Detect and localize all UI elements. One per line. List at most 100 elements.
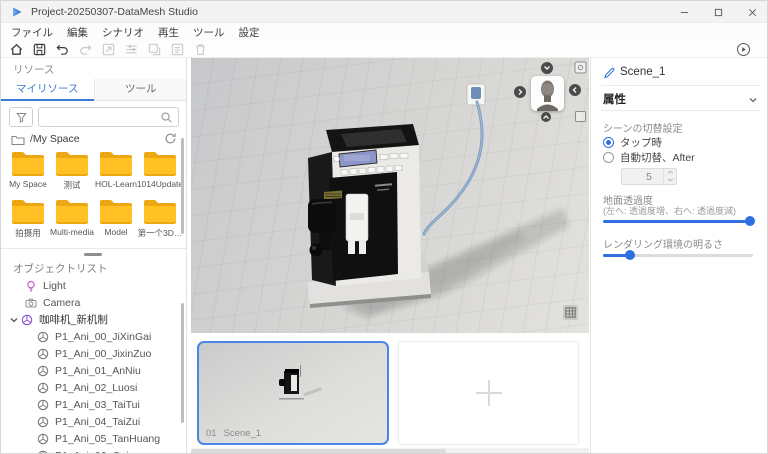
menu-item-0[interactable]: ファイル	[11, 25, 53, 40]
play-scenario-button[interactable]	[736, 42, 751, 57]
redo-icon	[78, 42, 93, 57]
search-input[interactable]	[45, 109, 155, 125]
chevron-left-icon	[572, 87, 577, 93]
chevron-down-icon	[544, 66, 550, 70]
app-logo-icon	[13, 7, 22, 16]
radio-unchecked-icon[interactable]	[603, 152, 614, 163]
search-box	[38, 107, 179, 127]
tree-scrollbar[interactable]	[181, 303, 184, 423]
tree-item-0[interactable]: Light	[1, 277, 186, 294]
after-seconds-input[interactable]: 5	[621, 168, 677, 185]
tree-item-label: P1_Ani_02_Luosi	[55, 381, 138, 394]
scene-name-text[interactable]: Scene_1	[620, 66, 665, 78]
stepper-icons[interactable]	[663, 169, 676, 184]
export-icon	[101, 42, 116, 57]
tab-my-resources[interactable]: マイリソース	[1, 79, 94, 101]
tree-item-10[interactable]: P1_Ani_06_Gai	[1, 447, 186, 453]
chevron-down-icon[interactable]	[9, 315, 19, 325]
rotate-left-button[interactable]	[514, 86, 526, 98]
chevron-down-icon[interactable]	[748, 92, 758, 103]
mesh-icon	[37, 365, 49, 377]
radio-option-auto[interactable]: 自動切替、After	[603, 150, 695, 165]
scene-thumbnail-1[interactable]: 01 Scene_1	[197, 341, 389, 445]
focus-view-button[interactable]	[574, 61, 587, 74]
folder-tile-6[interactable]: Model	[94, 196, 138, 244]
folder-tile-0[interactable]: My Space	[6, 148, 50, 196]
folder-tile-4[interactable]: 拍摄用	[6, 196, 50, 244]
brightness-slider[interactable]	[603, 250, 753, 260]
mesh-icon	[37, 382, 49, 394]
minimize-icon[interactable]	[667, 1, 701, 23]
resource-panel: リソース マイリソース ツール /My Space My Space 测试 HOL-…	[1, 58, 187, 453]
orientation-gizmo[interactable]	[531, 76, 564, 111]
folder-tile-3[interactable]: 1014Update	[137, 148, 183, 196]
tree-item-3[interactable]: P1_Ani_00_JiXinGai	[1, 328, 186, 345]
tree-item-9[interactable]: P1_Ani_05_TanHuang	[1, 430, 186, 447]
radio-checked-icon[interactable]	[603, 137, 614, 148]
tab-tools[interactable]: ツール	[93, 79, 186, 101]
delete-button	[193, 42, 208, 57]
mesh-icon	[37, 433, 49, 445]
brightness-slider-knob[interactable]	[625, 250, 635, 260]
folder-icon	[54, 197, 90, 226]
scrollbar-thumb[interactable]	[191, 449, 446, 453]
edit-pencil-icon[interactable]	[603, 66, 615, 79]
properties-header[interactable]: 属性	[603, 90, 758, 106]
breadcrumb-path[interactable]: /My Space	[30, 133, 80, 145]
tree-item-label: P1_Ani_01_AnNiu	[55, 364, 141, 377]
tree-item-4[interactable]: P1_Ani_00_JixinZuo	[1, 345, 186, 362]
chevron-up-icon	[543, 115, 549, 119]
frame-icon	[575, 111, 586, 122]
filter-button[interactable]	[9, 107, 33, 127]
maximize-icon[interactable]	[701, 1, 735, 23]
separator	[601, 85, 760, 86]
save-button[interactable]	[32, 42, 47, 57]
brightness-label: レンダリング環境の明るさ	[603, 240, 723, 251]
folder-tile-1[interactable]: 测试	[50, 148, 94, 196]
divider-handle-icon[interactable]	[84, 253, 102, 256]
ground-opacity-slider[interactable]	[603, 216, 755, 226]
home-button[interactable]	[9, 42, 24, 57]
scene-name-row: Scene_1	[603, 64, 665, 80]
grid-settings-button[interactable]	[563, 305, 578, 320]
rotate-up-button[interactable]	[541, 112, 551, 122]
radio-option-tap[interactable]: タップ時	[603, 135, 662, 150]
after-seconds-value: 5	[646, 171, 652, 183]
toolbar	[1, 41, 767, 58]
menu-item-3[interactable]: 再生	[158, 25, 179, 40]
rotate-right-button[interactable]	[569, 84, 581, 96]
folder-icon	[10, 197, 46, 226]
tree-item-6[interactable]: P1_Ani_02_Luosi	[1, 379, 186, 396]
tree-item-8[interactable]: P1_Ani_04_TaiZui	[1, 413, 186, 430]
tree-item-1[interactable]: Camera	[1, 294, 186, 311]
tree-item-2[interactable]: 咖啡机_新机制	[1, 311, 186, 328]
menu-item-4[interactable]: ツール	[193, 25, 225, 40]
breadcrumb: /My Space	[11, 132, 179, 146]
list-button	[170, 42, 185, 57]
folder-tile-7[interactable]: 第一个3D…	[138, 196, 182, 244]
horizontal-scrollbar[interactable]	[191, 448, 589, 453]
menu-item-2[interactable]: シナリオ	[102, 25, 144, 40]
refresh-icon[interactable]	[164, 132, 177, 145]
rotate-down-button[interactable]	[541, 62, 553, 74]
frame-view-button[interactable]	[574, 110, 587, 123]
folder-tile-2[interactable]: HOL-Learn	[94, 148, 138, 196]
folder-icon	[98, 197, 134, 226]
tree-item-label: P1_Ani_00_JiXinGai	[55, 330, 152, 343]
align-icon	[124, 42, 139, 57]
folder-scrollbar[interactable]	[181, 138, 184, 234]
tree-item-7[interactable]: P1_Ani_03_TaiTui	[1, 396, 186, 413]
panel-divider[interactable]	[1, 248, 186, 258]
close-icon[interactable]	[735, 1, 767, 23]
menu-item-1[interactable]: 編集	[67, 25, 88, 40]
ground-slider-knob[interactable]	[745, 216, 755, 226]
undo-button[interactable]	[55, 42, 70, 57]
viewport-3d[interactable]	[191, 58, 589, 333]
tree-item-5[interactable]: P1_Ani_01_AnNiu	[1, 362, 186, 379]
export-button	[101, 42, 116, 57]
menu-item-5[interactable]: 設定	[239, 25, 260, 40]
chevron-right-icon	[518, 89, 523, 95]
folder-tile-5[interactable]: Multi-media	[50, 196, 94, 244]
add-scene-card[interactable]	[398, 341, 579, 445]
separator	[601, 110, 760, 111]
